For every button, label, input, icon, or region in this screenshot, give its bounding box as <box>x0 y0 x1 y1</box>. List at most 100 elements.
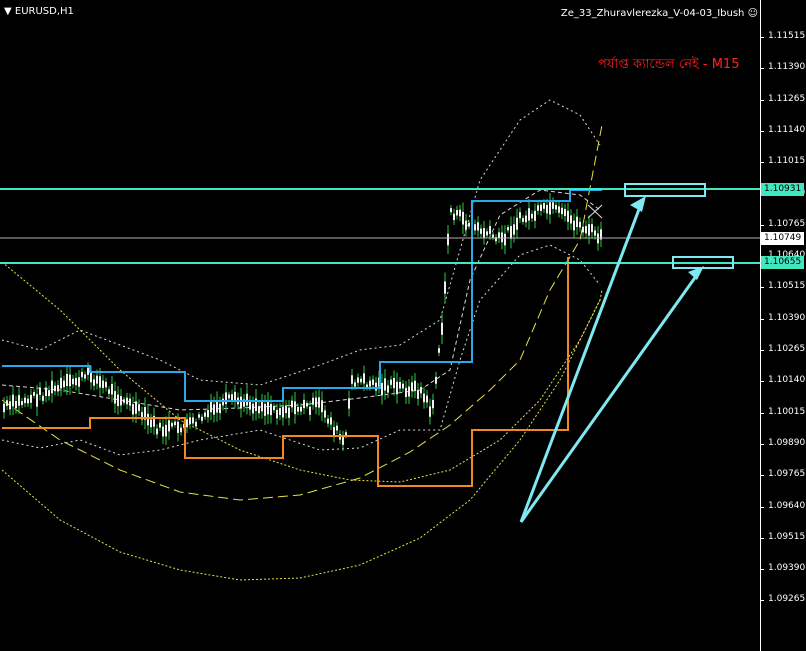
candle-body <box>357 377 359 383</box>
price-tick-label: 1.10765 <box>768 218 806 229</box>
candle-body <box>60 377 62 389</box>
bollinger-bands <box>1 99 603 581</box>
candle-body <box>156 428 158 435</box>
candle-body <box>126 397 128 405</box>
candle-body <box>123 399 125 403</box>
price-chart[interactable] <box>0 0 806 651</box>
candle-body <box>564 208 566 217</box>
arrow-line-upper[interactable] <box>519 203 643 523</box>
candle-body <box>12 394 14 407</box>
candle-body <box>162 426 164 437</box>
candle-body <box>222 398 224 406</box>
horizontal-levels <box>0 188 760 264</box>
candle-body <box>432 399 434 409</box>
candle-body <box>219 403 221 414</box>
candle-body <box>321 400 323 413</box>
candle-body <box>582 226 584 233</box>
chart-window[interactable]: ▼ EURUSD,H1 Ze_33_Zhuravlerezka_V-04-03_… <box>0 0 806 651</box>
candle-body <box>303 399 305 409</box>
candle-body <box>48 390 50 397</box>
candle-body <box>285 405 287 414</box>
price-tick-mark <box>760 443 764 445</box>
candle-body <box>105 381 107 388</box>
indicator-name: Ze_33_Zhuravlerezka_V-04-03_Ibush <box>560 8 745 19</box>
candle-body <box>426 395 428 403</box>
candle-body <box>477 222 479 231</box>
candle-body <box>3 403 5 413</box>
candle-body <box>264 403 266 416</box>
candle-body <box>330 417 332 425</box>
candle-body <box>240 396 242 409</box>
candle-body <box>231 394 233 401</box>
symbol-timeframe: EURUSD,H1 <box>14 6 74 17</box>
candle-body <box>573 220 575 231</box>
candle-body <box>576 216 578 228</box>
price-axis-border <box>760 0 761 651</box>
price-tick-label: 1.09640 <box>768 500 806 511</box>
symbol-title: ▼ EURUSD,H1 <box>4 6 74 17</box>
price-tick-label: 1.11265 <box>768 93 806 104</box>
candle-body <box>384 378 386 391</box>
bollinger-lower <box>1 244 601 456</box>
notice-text: পর্যাপ্ত ক্যান্ডেল নেই - M15 <box>598 57 740 72</box>
candle-body <box>405 387 407 398</box>
candle-body <box>414 380 416 391</box>
candle-body <box>84 374 86 379</box>
candle-body <box>408 386 410 397</box>
candle-body <box>135 401 137 414</box>
candle-body <box>588 224 590 236</box>
candle-body <box>213 404 215 415</box>
candle-body <box>54 385 56 392</box>
candle-body <box>510 226 512 239</box>
price-tick-label: 1.09265 <box>768 594 806 605</box>
candle-body <box>489 226 491 234</box>
candle-body <box>348 398 350 409</box>
dropdown-triangle-icon[interactable]: ▼ <box>4 6 12 17</box>
price-tick-label: 1.11015 <box>768 156 806 167</box>
candle-body <box>579 221 581 228</box>
price-tick-mark <box>760 318 764 320</box>
candle-body <box>336 425 338 431</box>
candle-body <box>507 227 509 231</box>
candle-body <box>234 391 236 401</box>
candle-body <box>504 233 506 246</box>
price-tick-label: 1.10265 <box>768 344 806 354</box>
price-tick-mark <box>760 287 764 289</box>
candle-body <box>165 424 167 437</box>
candle-body <box>309 406 311 415</box>
arrow-line-lower[interactable] <box>519 271 701 523</box>
candle-body <box>453 213 455 221</box>
candle-body <box>174 421 176 426</box>
candle-body <box>480 228 482 234</box>
candle-body <box>294 401 296 415</box>
candle-body <box>570 215 572 224</box>
candle-body <box>423 393 425 403</box>
candle-body <box>39 387 41 395</box>
candle-body <box>315 397 317 408</box>
candle-body <box>312 397 314 405</box>
candle-body <box>21 401 23 406</box>
candle-body <box>483 228 485 238</box>
price-tick-mark <box>760 130 764 132</box>
price-tick-label: 1.11515 <box>768 31 806 41</box>
price-tick-label: 1.09765 <box>768 469 806 480</box>
candle-body <box>429 406 431 417</box>
candle-body <box>90 372 92 383</box>
candle-body <box>450 208 452 213</box>
candle-body <box>276 409 278 419</box>
candle-body <box>24 397 26 404</box>
candle-body <box>279 408 281 416</box>
candle-body <box>513 224 515 235</box>
candle-body <box>81 371 83 378</box>
candle-body <box>228 394 230 399</box>
candle-body <box>474 224 476 231</box>
price-tick-mark <box>760 381 764 383</box>
candle-body <box>168 420 170 432</box>
candle-body <box>354 382 356 387</box>
candle-body <box>63 380 65 388</box>
candle-body <box>102 380 104 388</box>
ma-line-center-dashed <box>1 124 603 501</box>
candle-body <box>210 401 212 413</box>
candle-body <box>111 383 113 395</box>
candle-body <box>6 400 8 406</box>
